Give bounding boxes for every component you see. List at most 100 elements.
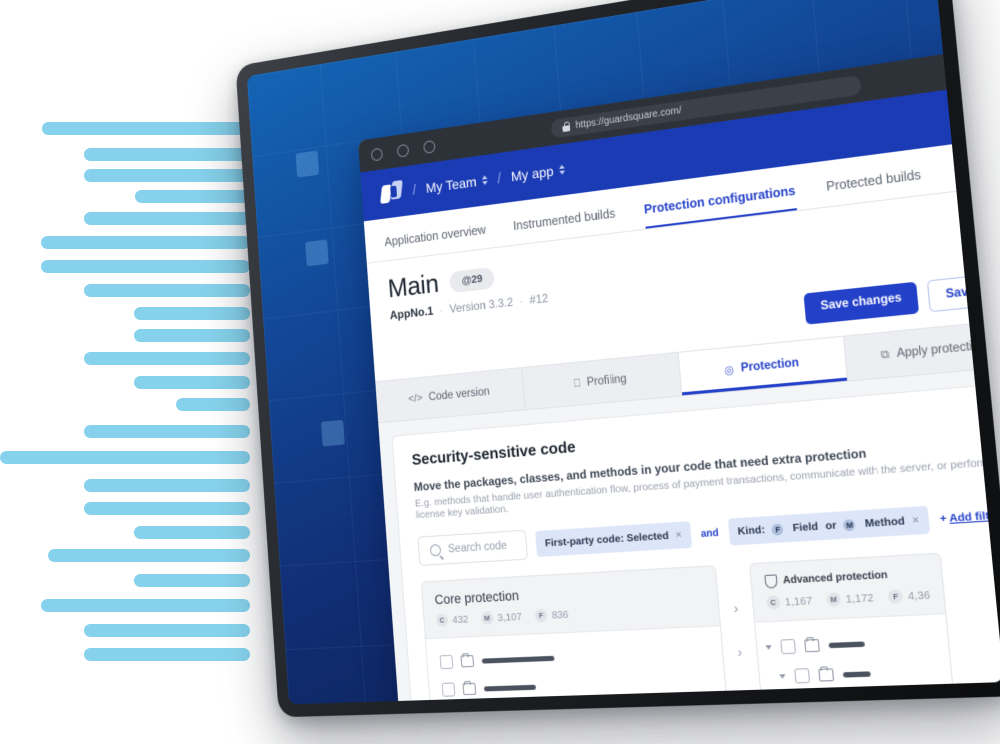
plus-icon: + <box>939 512 947 525</box>
core-panel-header: Core protection C 432 M 3,107 F 836 <box>422 566 720 639</box>
folder-icon <box>818 668 834 681</box>
wallpaper-square <box>305 239 329 266</box>
row-label-redacted <box>828 641 864 648</box>
row-checkbox[interactable] <box>794 668 810 683</box>
count-mark-icon: F <box>888 589 903 604</box>
app-selector-label: My app <box>510 163 554 184</box>
count-value: 3,107 <box>497 610 522 623</box>
chevron-updown-icon <box>481 175 487 185</box>
segmented-tab-2[interactable]: ◎ Protection <box>678 337 848 396</box>
lock-icon <box>562 121 570 132</box>
count-item: C 432 <box>436 613 469 627</box>
page-title: Main <box>387 269 440 304</box>
row-checkbox[interactable] <box>780 639 796 654</box>
filter-chip-label: First-party code: Selected <box>544 530 669 550</box>
nav-tab-2[interactable]: Protection configurations <box>644 184 798 229</box>
count-item: M 1,172 <box>826 591 874 607</box>
segmented-tab-label: Profiling <box>586 373 627 389</box>
row-label-redacted <box>842 671 870 677</box>
filter-chip-first-party[interactable]: First-party code: Selected × <box>536 521 693 557</box>
monitor-screen: https://guardsquare.com/ / My Team / My … <box>247 0 1000 705</box>
team-selector-label: My Team <box>425 174 477 196</box>
move-right-2[interactable]: › <box>737 643 743 660</box>
subtitle-dot-1: · <box>439 303 444 317</box>
code-icon: </> <box>408 392 423 405</box>
search-icon <box>430 544 442 556</box>
count-value: 836 <box>551 608 569 621</box>
count-value: 1,172 <box>845 591 874 605</box>
advanced-panel-header: Advanced protection C 1,167 M 1,172 F 4,36 <box>750 554 945 623</box>
count-mark-icon: C <box>436 614 449 627</box>
filter-conjunction: and <box>700 527 719 539</box>
row-label-redacted <box>482 655 555 663</box>
count-value: 4,36 <box>907 588 930 602</box>
count-mark-icon: C <box>766 595 781 609</box>
guardsquare-logo[interactable] <box>380 180 404 207</box>
shield-icon <box>764 574 777 588</box>
row-checkbox[interactable] <box>440 655 454 669</box>
segmented-tab-label: Protection <box>740 357 799 375</box>
browser-window: https://guardsquare.com/ / My Team / My … <box>358 47 1000 705</box>
chevron-right-icon[interactable] <box>793 703 798 705</box>
close-icon[interactable]: × <box>675 529 682 542</box>
count-value: 432 <box>452 613 469 626</box>
apply-icon: ⧉ <box>880 348 890 362</box>
count-item: F 4,36 <box>888 588 931 604</box>
chevron-down-icon[interactable] <box>779 674 786 678</box>
row-label-redacted <box>855 700 888 704</box>
folder-icon <box>804 639 820 652</box>
count-item: C 1,167 <box>766 594 813 610</box>
method-mark-icon: M <box>843 518 856 530</box>
count-item: M 3,107 <box>481 610 523 625</box>
version-label: Version 3.3.2 <box>449 295 514 316</box>
breadcrumb-separator-1: / <box>412 181 417 198</box>
move-right-1[interactable]: › <box>733 599 739 616</box>
field-mark-icon: F <box>772 523 784 535</box>
advanced-panel-title-row: Advanced protection <box>764 566 928 588</box>
search-placeholder: Search code <box>448 540 508 555</box>
search-input[interactable]: Search code <box>417 530 528 566</box>
wallpaper-square <box>296 150 320 177</box>
breadcrumb-separator-2: / <box>497 170 502 187</box>
list-item[interactable] <box>427 637 724 677</box>
section-title: Security-sensitive code <box>411 405 991 470</box>
advanced-panel-counts: C 1,167 M 1,172 F 4,36 <box>766 588 930 610</box>
panels: Core protection C432M3,107F836 ››‹ Advan… <box>421 549 1000 704</box>
list-item[interactable] <box>756 625 949 662</box>
core-panel-title: Core protection <box>434 578 704 607</box>
chevron-down-icon[interactable] <box>765 645 772 649</box>
status-badge: @29 <box>449 266 495 292</box>
close-icon[interactable]: × <box>912 514 920 527</box>
traffic-light-maximize[interactable] <box>423 139 435 153</box>
chevron-updown-icon <box>559 164 565 175</box>
monitor: https://guardsquare.com/ / My Team / My … <box>235 0 1000 717</box>
advanced-panel-title: Advanced protection <box>783 570 888 587</box>
count-value: 1,167 <box>784 594 812 608</box>
section-subtext: E.g. methods that handle user authentica… <box>415 456 997 522</box>
wallpaper-square <box>321 420 345 447</box>
core-protection-panel: Core protection C 432 M 3,107 F 836 <box>421 565 727 704</box>
url-text: https://guardsquare.com/ <box>575 105 682 131</box>
mobile-icon: ⎕ <box>573 377 580 391</box>
save-as-button[interactable]: Save <box>927 274 994 313</box>
folder-icon <box>460 655 474 667</box>
count-item: F 836 <box>534 608 568 623</box>
kind-or: or <box>825 519 837 532</box>
row-checkbox[interactable] <box>442 683 456 697</box>
nav-tab-3[interactable]: Protected builds <box>826 168 923 207</box>
app-name: AppNo.1 <box>389 304 433 322</box>
app-selector[interactable]: My app <box>510 162 565 185</box>
traffic-light-minimize[interactable] <box>397 143 409 157</box>
subtitle-dot-2: · <box>519 294 524 308</box>
kind-field-label: Field <box>792 520 819 534</box>
traffic-light-close[interactable] <box>371 147 383 161</box>
advanced-protection-panel: Advanced protection C 1,167 M 1,172 F 4,36 <box>749 553 956 705</box>
team-selector[interactable]: My Team <box>425 172 488 196</box>
folder-icon <box>463 683 477 695</box>
count-mark-icon: M <box>826 592 841 606</box>
count-mark-icon: F <box>534 609 547 623</box>
monitor-scene: https://guardsquare.com/ / My Team / My … <box>0 0 1000 744</box>
kind-method-label: Method <box>864 515 905 530</box>
save-changes-button[interactable]: Save changes <box>804 282 919 325</box>
kind-label: Kind: <box>737 524 765 538</box>
